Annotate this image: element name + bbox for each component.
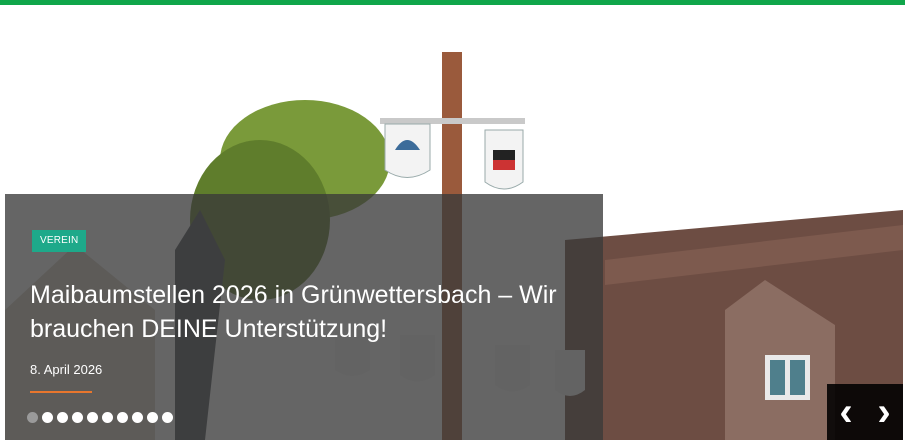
slider-pagination bbox=[27, 412, 173, 423]
pagination-dot[interactable] bbox=[57, 412, 68, 423]
pagination-dot[interactable] bbox=[162, 412, 173, 423]
pagination-dot[interactable] bbox=[42, 412, 53, 423]
next-arrow-icon[interactable]: › bbox=[877, 392, 890, 432]
pagination-dot[interactable] bbox=[117, 412, 128, 423]
prev-arrow-icon[interactable]: ‹ bbox=[839, 392, 852, 432]
slide-title[interactable]: Maibaumstellen 2026 in Grünwettersbach –… bbox=[30, 278, 590, 346]
category-badge[interactable]: VEREIN bbox=[32, 230, 87, 252]
pagination-dot[interactable] bbox=[72, 412, 83, 423]
slide-date: 8. April 2026 bbox=[30, 362, 103, 377]
top-accent-bar bbox=[0, 0, 905, 5]
date-underline bbox=[30, 391, 92, 393]
pagination-dot[interactable] bbox=[27, 412, 38, 423]
pagination-dot[interactable] bbox=[102, 412, 113, 423]
pagination-dot[interactable] bbox=[87, 412, 98, 423]
pagination-dot[interactable] bbox=[147, 412, 158, 423]
slider-nav: ‹ › bbox=[827, 384, 903, 440]
slide-caption-panel: VEREIN Maibaumstellen 2026 in Grünwetter… bbox=[5, 194, 603, 440]
pagination-dot[interactable] bbox=[132, 412, 143, 423]
